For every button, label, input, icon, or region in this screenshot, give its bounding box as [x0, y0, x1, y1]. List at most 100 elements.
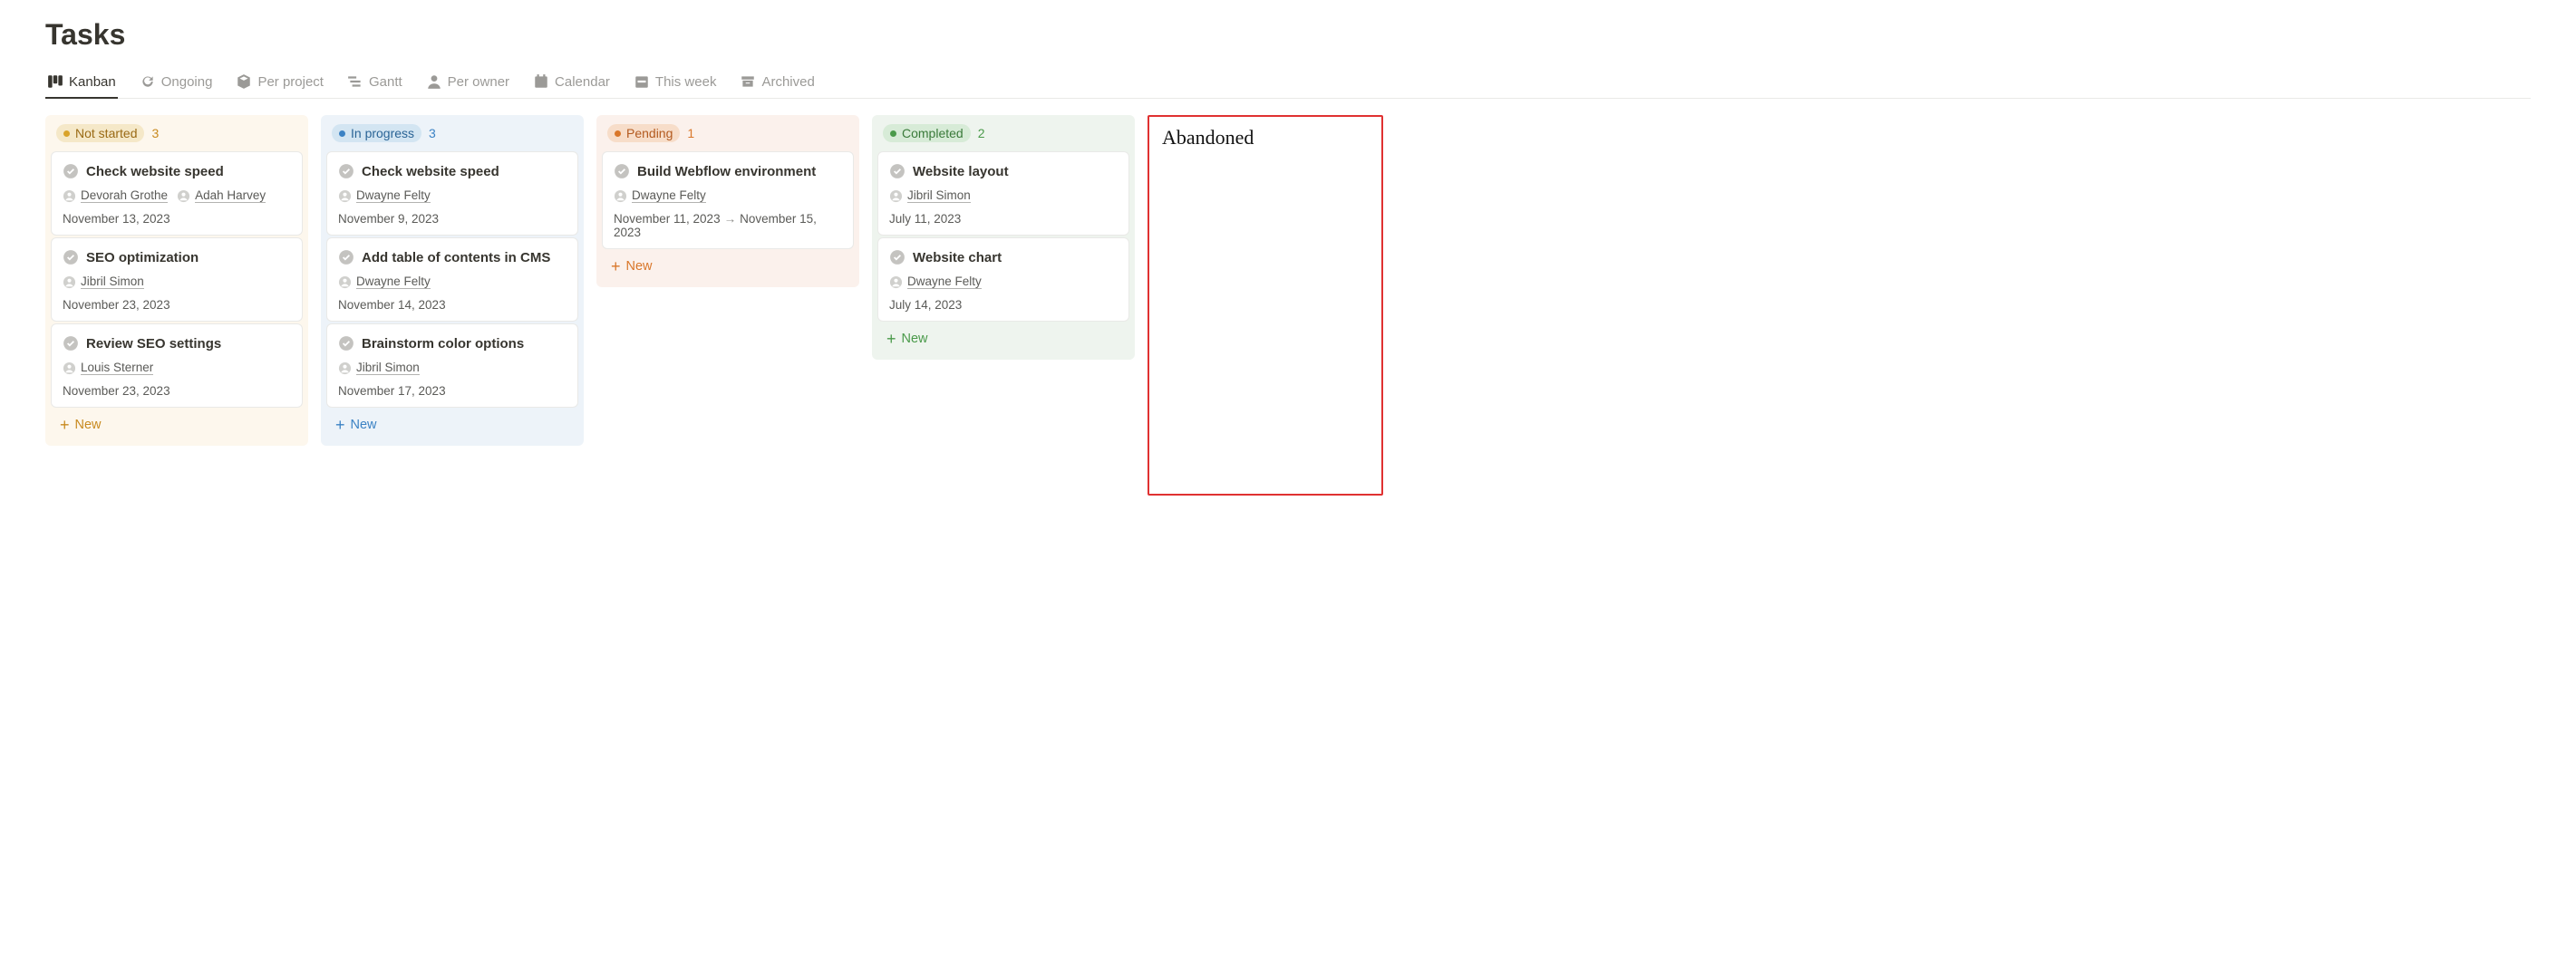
new-label: New — [626, 259, 653, 274]
card-title: Check website speed — [86, 164, 224, 179]
column-completed: Completed 2 Website layout Jibril Simon … — [872, 115, 1135, 360]
tab-per-project[interactable]: Per project — [234, 68, 325, 99]
card-date: November 9, 2023 — [338, 212, 567, 226]
owner-chip[interactable]: Jibril Simon — [889, 188, 971, 203]
tab-kanban[interactable]: Kanban — [45, 68, 118, 99]
avatar-icon — [63, 275, 76, 289]
task-card[interactable]: Website layout Jibril Simon July 11, 202… — [877, 151, 1129, 236]
task-card[interactable]: SEO optimization Jibril Simon November 2… — [51, 237, 303, 322]
owner-chip[interactable]: Jibril Simon — [63, 275, 144, 289]
column-abandoned: Abandoned — [1148, 115, 1383, 496]
tab-label: Gantt — [369, 74, 402, 90]
card-date: July 14, 2023 — [889, 298, 1118, 312]
owners-row: Devorah Grothe Adah Harvey — [63, 188, 291, 203]
avatar-icon — [338, 189, 352, 203]
check-circle-icon — [63, 335, 79, 352]
check-circle-icon — [63, 249, 79, 265]
card-title: Review SEO settings — [86, 336, 221, 352]
card-title: Build Webflow environment — [637, 164, 816, 179]
tab-this-week[interactable]: This week — [632, 68, 719, 99]
kanban-board: Not started 3 Check website speed Devora… — [45, 115, 2531, 496]
task-card[interactable]: Review SEO settings Louis Sterner Novemb… — [51, 323, 303, 408]
avatar-icon — [63, 361, 76, 375]
check-circle-icon — [614, 163, 630, 179]
owner-chip[interactable]: Devorah Grothe — [63, 188, 168, 203]
owner-chip[interactable]: Jibril Simon — [338, 361, 420, 375]
new-task-button[interactable]: + New — [51, 409, 303, 440]
owner-chip[interactable]: Dwayne Felty — [614, 188, 706, 203]
avatar-icon — [614, 189, 627, 203]
owner-chip[interactable]: Adah Harvey — [177, 188, 266, 203]
new-task-button[interactable]: + New — [326, 409, 578, 440]
column-count: 1 — [687, 126, 694, 140]
calendar-week-icon — [634, 73, 650, 90]
abandoned-title: Abandoned — [1162, 126, 1369, 149]
owner-name: Jibril Simon — [81, 275, 144, 289]
card-date: July 11, 2023 — [889, 212, 1118, 226]
dot-icon — [339, 130, 345, 137]
view-tabs: Kanban Ongoing Per project Gantt Per own… — [45, 68, 2531, 99]
check-circle-icon — [338, 163, 354, 179]
task-card[interactable]: Website chart Dwayne Felty July 14, 2023 — [877, 237, 1129, 322]
column-count: 3 — [151, 126, 159, 140]
avatar-icon — [889, 189, 903, 203]
card-title: Brainstorm color options — [362, 336, 524, 352]
avatar-icon — [889, 275, 903, 289]
tab-archived[interactable]: Archived — [738, 68, 816, 99]
owner-chip[interactable]: Louis Sterner — [63, 361, 153, 375]
card-date-range: November 11, 2023→November 15, 2023 — [614, 212, 842, 239]
check-circle-icon — [889, 163, 905, 179]
gantt-icon — [347, 73, 363, 90]
status-label: Completed — [902, 126, 964, 140]
owner-chip[interactable]: Dwayne Felty — [338, 275, 431, 289]
new-task-button[interactable]: + New — [602, 251, 854, 282]
tab-label: Per owner — [448, 74, 509, 90]
dot-icon — [615, 130, 621, 137]
owner-chip[interactable]: Dwayne Felty — [889, 275, 982, 289]
check-circle-icon — [338, 249, 354, 265]
owner-name: Jibril Simon — [356, 361, 420, 375]
refresh-icon — [140, 73, 156, 90]
new-label: New — [351, 418, 377, 432]
owner-name: Dwayne Felty — [907, 275, 982, 289]
card-date: November 23, 2023 — [63, 298, 291, 312]
status-pill-completed[interactable]: Completed — [883, 124, 971, 142]
plus-icon: + — [611, 258, 621, 275]
new-task-button[interactable]: + New — [877, 323, 1129, 354]
task-card[interactable]: Check website speed Devorah Grothe Adah … — [51, 151, 303, 236]
status-pill-pending[interactable]: Pending — [607, 124, 680, 142]
plus-icon: + — [886, 331, 896, 347]
owner-chip[interactable]: Dwayne Felty — [338, 188, 431, 203]
tab-ongoing[interactable]: Ongoing — [138, 68, 215, 99]
status-pill-in-progress[interactable]: In progress — [332, 124, 421, 142]
tab-calendar[interactable]: Calendar — [531, 68, 612, 99]
plus-icon: + — [60, 417, 70, 433]
avatar-icon — [177, 189, 190, 203]
column-not-started: Not started 3 Check website speed Devora… — [45, 115, 308, 446]
card-title: Website layout — [913, 164, 1009, 179]
owner-name: Jibril Simon — [907, 188, 971, 203]
check-circle-icon — [889, 249, 905, 265]
task-card[interactable]: Add table of contents in CMS Dwayne Felt… — [326, 237, 578, 322]
tab-label: This week — [655, 74, 717, 90]
owner-name: Louis Sterner — [81, 361, 153, 375]
owner-name: Dwayne Felty — [356, 275, 431, 289]
tab-gantt[interactable]: Gantt — [345, 68, 404, 99]
tab-label: Per project — [257, 74, 324, 90]
task-card[interactable]: Brainstorm color options Jibril Simon No… — [326, 323, 578, 408]
status-pill-not-started[interactable]: Not started — [56, 124, 144, 142]
dot-icon — [890, 130, 896, 137]
card-date: November 14, 2023 — [338, 298, 567, 312]
status-label: Not started — [75, 126, 137, 140]
archive-icon — [740, 73, 756, 90]
column-in-progress: In progress 3 Check website speed Dwayne… — [321, 115, 584, 446]
tab-per-owner[interactable]: Per owner — [424, 68, 511, 99]
task-card[interactable]: Build Webflow environment Dwayne Felty N… — [602, 151, 854, 249]
new-label: New — [902, 332, 928, 346]
date-start: November 11, 2023 — [614, 212, 721, 226]
check-circle-icon — [338, 335, 354, 352]
avatar-icon — [63, 189, 76, 203]
box-icon — [236, 73, 252, 90]
card-title: SEO optimization — [86, 250, 199, 265]
task-card[interactable]: Check website speed Dwayne Felty Novembe… — [326, 151, 578, 236]
